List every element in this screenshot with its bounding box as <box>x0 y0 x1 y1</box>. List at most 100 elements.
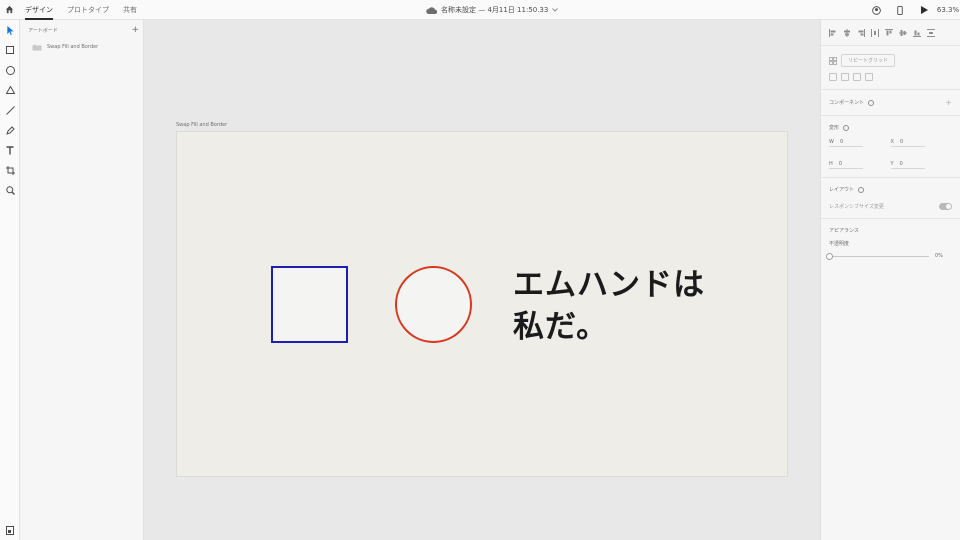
canvas[interactable]: Swap Fill and Border エムハンドは 私だ。 <box>144 20 820 540</box>
line-tool[interactable] <box>0 100 20 120</box>
layers-panel: アートボード + Swap Fill and Border <box>20 20 144 540</box>
ellipse-tool[interactable] <box>0 60 20 80</box>
zoom-level[interactable]: 63.3% <box>936 0 960 20</box>
rectangle-icon <box>6 46 14 54</box>
chevron-down-icon <box>552 8 559 12</box>
height-field[interactable]: H0 <box>829 161 863 169</box>
boolean-exclude-button[interactable] <box>865 73 873 81</box>
transform-info-icon[interactable] <box>843 124 850 131</box>
line-icon <box>5 105 15 115</box>
y-value: 0 <box>899 161 903 167</box>
tab-share[interactable]: 共有 <box>116 0 144 20</box>
distribute-horizontal-button[interactable] <box>870 28 879 37</box>
width-field[interactable]: W0 <box>829 139 863 147</box>
tab-prototype[interactable]: プロトタイプ <box>60 0 116 20</box>
align-toolbar <box>821 20 960 46</box>
play-preview-button[interactable] <box>912 0 936 20</box>
align-middle-icon <box>898 29 907 36</box>
x-value: 0 <box>899 139 904 145</box>
responsive-toggle[interactable] <box>939 203 952 210</box>
layout-section: レイアウト レスポンシブサイズ変更 <box>821 177 960 218</box>
boolean-subtract-button[interactable] <box>841 73 849 81</box>
h-label: H <box>829 161 833 167</box>
select-tool[interactable] <box>0 20 20 40</box>
repeat-grid-button[interactable]: リピートグリッド <box>841 54 896 67</box>
boolean-add-button[interactable] <box>829 73 837 81</box>
add-component-button[interactable]: + <box>945 98 952 107</box>
tool-rail <box>0 20 20 540</box>
blue-bordered-square[interactable] <box>271 266 348 343</box>
account-button[interactable] <box>864 0 888 20</box>
align-right-icon <box>858 28 865 37</box>
document-title-button[interactable]: 名称未設定 — 4月11日 11:50.33 <box>426 0 559 20</box>
align-center-icon <box>843 28 850 37</box>
info-icon[interactable] <box>868 99 875 106</box>
w-label: W <box>829 139 834 145</box>
xd-app: デザイン プロトタイプ 共有 名称未設定 — 4月11日 11:50.33 63… <box>0 0 960 540</box>
layer-item-artboard[interactable]: Swap Fill and Border <box>20 40 143 54</box>
boolean-ops-row <box>829 73 960 81</box>
opacity-row: 0% <box>826 252 952 260</box>
layers-header-label: アートボード <box>28 27 58 34</box>
user-icon <box>871 5 881 15</box>
artboard-layer-icon <box>32 44 42 50</box>
document-title: 名称未設定 — 4月11日 11:50.33 <box>441 6 549 14</box>
align-right-button[interactable] <box>856 28 865 37</box>
align-middle-button[interactable] <box>898 28 907 37</box>
top-bar-actions: 63.3% <box>864 0 960 20</box>
transform-header: 変形 <box>829 124 952 131</box>
pen-tool[interactable] <box>0 120 20 140</box>
responsive-row: レスポンシブサイズ変更 <box>829 203 952 210</box>
ellipse-icon <box>5 65 15 75</box>
y-field[interactable]: Y0 <box>890 161 925 169</box>
x-field[interactable]: X0 <box>890 139 925 147</box>
artboard[interactable]: エムハンドは 私だ。 <box>176 131 788 477</box>
artboard-icon <box>5 165 15 175</box>
rectangle-tool[interactable] <box>0 40 20 60</box>
arrow-pointer-icon <box>6 25 14 35</box>
distribute-horizontal-icon <box>870 28 879 37</box>
layout-label: レイアウト <box>829 187 855 193</box>
mobile-icon <box>897 5 903 15</box>
align-bottom-button[interactable] <box>912 28 921 37</box>
align-left-button[interactable] <box>828 28 837 37</box>
tab-design[interactable]: デザイン <box>18 0 60 20</box>
opacity-label: 不透明度 <box>829 241 850 247</box>
x-label: X <box>890 139 894 145</box>
red-bordered-circle[interactable] <box>395 266 472 343</box>
opacity-slider[interactable] <box>826 252 929 260</box>
text-tool[interactable] <box>0 140 20 160</box>
align-top-button[interactable] <box>884 28 893 37</box>
artboard-tool[interactable] <box>0 160 20 180</box>
align-top-icon <box>884 28 893 35</box>
home-button[interactable] <box>0 0 18 20</box>
align-center-button[interactable] <box>842 28 851 37</box>
document-icon <box>6 525 14 535</box>
device-preview-button[interactable] <box>888 0 912 20</box>
polygon-tool[interactable] <box>0 80 20 100</box>
assets-button[interactable] <box>0 520 20 540</box>
property-inspector: リピートグリッド コンポーネント + 変形 W0 X 0 H 0 Y 0 レイア… <box>820 20 960 540</box>
text-icon <box>6 145 14 154</box>
artboard-label[interactable]: Swap Fill and Border <box>176 122 227 128</box>
canvas-text-line-1: エムハンドは <box>513 267 705 303</box>
canvas-text[interactable]: エムハンドは 私だ。 <box>513 264 705 348</box>
opacity-slider-thumb[interactable] <box>826 252 833 260</box>
magnifier-icon <box>5 185 15 195</box>
distribute-vertical-button[interactable] <box>926 28 935 37</box>
layers-header: アートボード + <box>20 20 143 40</box>
add-artboard-button[interactable]: + <box>131 25 139 35</box>
cloud-icon <box>426 6 437 14</box>
play-icon <box>920 6 928 14</box>
align-bottom-icon <box>912 30 921 37</box>
opacity-value[interactable]: 0% <box>935 253 943 259</box>
layout-header: レイアウト <box>829 186 952 193</box>
top-bar: デザイン プロトタイプ 共有 名称未設定 — 4月11日 11:50.33 63… <box>0 0 960 20</box>
layout-info-icon[interactable] <box>858 186 865 193</box>
boolean-intersect-button[interactable] <box>853 73 861 81</box>
component-title: コンポーネント <box>829 99 875 106</box>
appearance-section: アピアランス 不透明度 0% <box>821 218 960 267</box>
canvas-text-line-2: 私だ。 <box>513 309 609 345</box>
component-header: コンポーネント + <box>829 98 952 107</box>
zoom-tool[interactable] <box>0 180 20 200</box>
